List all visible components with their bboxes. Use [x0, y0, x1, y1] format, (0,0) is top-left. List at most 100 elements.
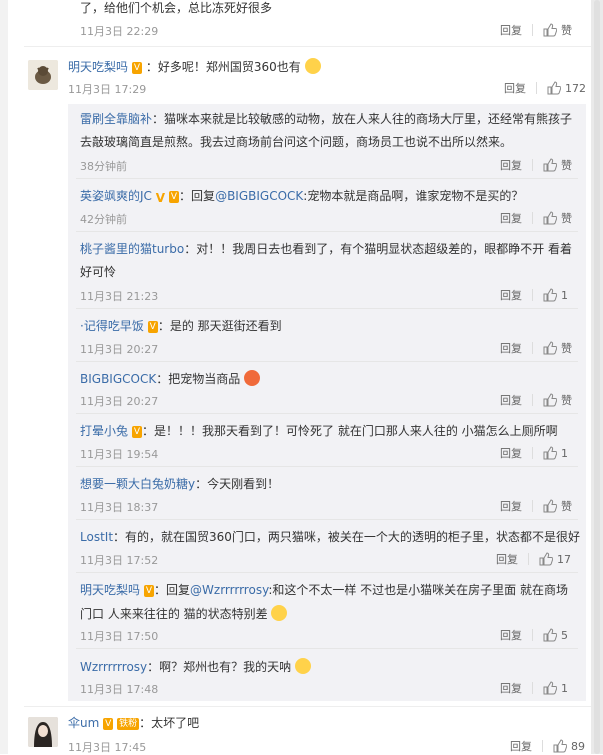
divider [76, 648, 578, 649]
reply-actions: 回复 赞 [500, 157, 572, 173]
left-scroll-gutter [0, 0, 8, 754]
reply-actions: 回复 赞 [500, 392, 572, 408]
username-link[interactable]: Wzrrrrrrosy [80, 660, 147, 674]
username-link[interactable]: 明天吃梨吗 [68, 60, 128, 74]
like-count[interactable]: 89 [571, 740, 585, 753]
reply-text-cont: 门口 人来来往往的 猫的状态特别差 [80, 605, 288, 622]
reply-button[interactable]: 回复 [500, 627, 522, 643]
like-count[interactable]: 1 [561, 289, 568, 302]
thumbs-up-icon[interactable] [543, 158, 557, 172]
thumbs-up-icon[interactable] [547, 81, 561, 95]
username-link[interactable]: LostIt [80, 530, 113, 544]
thumbs-up-icon[interactable] [543, 681, 557, 695]
avatar[interactable] [28, 717, 58, 747]
timestamp: 42分钟前 [80, 213, 127, 226]
like-label[interactable]: 赞 [561, 498, 572, 514]
username-link[interactable]: 想要一颗大白兔奶糖y [80, 477, 195, 491]
reply-button[interactable]: 回复 [500, 392, 522, 408]
comment-actions: 回复 172 [504, 80, 586, 96]
reply-button[interactable]: 回复 [500, 210, 522, 226]
sub-reply: ·记得吃早饭 V ：是的 那天逛街还看到 [80, 318, 282, 334]
reply-actions: 回复 赞 [500, 340, 572, 356]
reply-button[interactable]: 回复 [500, 498, 522, 514]
thumbs-up-icon[interactable] [543, 288, 557, 302]
emoji-icon [271, 605, 288, 621]
timestamp: 11月3日 20:27 [80, 343, 159, 356]
sub-reply: Wzrrrrrrosy：啊？郑州也有？我的天呐 [80, 658, 311, 675]
sub-reply: LostIt：有的，就在国贸360门口，两只猫咪，被关在一个大的透明的柜子里，状… [80, 529, 580, 545]
reply-actions: 回复 5 [500, 627, 568, 643]
vip-badge-icon: V [147, 321, 158, 333]
thumbs-up-icon[interactable] [539, 552, 553, 566]
reply-text: :和这个不太一样 不过也是小猫咪关在房子里面 就在商场 [268, 583, 568, 597]
like-count[interactable]: 17 [557, 553, 571, 566]
reply-text: ：是的 那天逛街还看到 [157, 319, 282, 333]
comment-text: ：好多呢！郑州国贸360也有 [145, 60, 301, 74]
timestamp: 11月3日 22:29 [80, 25, 159, 38]
scrollbar-thumb[interactable] [594, 0, 600, 754]
reply-text: 门口 人来来往往的 猫的状态特别差 [80, 607, 268, 621]
vip-badge-icon: V [131, 62, 143, 74]
reply-button[interactable]: 回复 [510, 738, 532, 754]
username-link[interactable]: ·记得吃早饭 [80, 319, 144, 333]
comment-actions: 回复 赞 [500, 22, 572, 38]
reply-actions: 回复 赞 [500, 210, 572, 226]
thumbs-up-icon[interactable] [553, 739, 567, 753]
sub-reply: 雷刷全靠脑补：猫咪本来就是比较敏感的动物，放在人来人往的商场大厅里，还经常有熊孩… [80, 111, 572, 127]
reply-button[interactable]: 回复 [500, 680, 522, 696]
sub-reply: 明天吃梨吗 V ：回复@Wzrrrrrrosy:和这个不太一样 不过也是小猫咪关在… [80, 582, 568, 598]
like-label[interactable]: 赞 [561, 392, 572, 408]
thumbs-up-icon[interactable] [543, 446, 557, 460]
like-count[interactable]: 1 [561, 447, 568, 460]
comment-line: 明天吃梨吗 V ：好多呢！郑州国贸360也有 [68, 58, 321, 75]
avatar[interactable] [28, 60, 58, 90]
comment-text: 了，给他们个机会，总比冻死好很多 [80, 1, 273, 15]
like-label[interactable]: 赞 [561, 340, 572, 356]
thumbs-up-icon[interactable] [543, 23, 557, 37]
comment-actions: 回复 89 [510, 738, 585, 754]
scrollbar[interactable] [591, 0, 603, 754]
like-count[interactable]: 1 [561, 682, 568, 695]
username-link[interactable]: BIGBIGCOCK [80, 372, 156, 386]
reply-text: ：对！！我周日去也看到了，有个猫明显状态超级差的，眼都睁不开 看着 [184, 242, 573, 256]
username-link[interactable]: 雷刷全靠脑补 [80, 112, 152, 126]
sub-reply: 桃子酱里的猫turbo：对！！我周日去也看到了，有个猫明显状态超级差的，眼都睁不… [80, 241, 572, 257]
username-link[interactable]: 打晕小兔 [80, 424, 128, 438]
reply-button[interactable]: 回复 [500, 22, 522, 38]
reply-button[interactable]: 回复 [496, 551, 518, 567]
timestamp: 38分钟前 [80, 160, 127, 173]
reply-button[interactable]: 回复 [500, 157, 522, 173]
vip-badge-icon: V [168, 191, 180, 203]
reply-button[interactable]: 回复 [504, 80, 526, 96]
like-count[interactable]: 172 [565, 82, 586, 95]
like-label[interactable]: 赞 [561, 210, 572, 226]
timestamp: 11月3日 19:54 [80, 448, 159, 461]
reply-text: ：把宠物当商品 [156, 372, 241, 386]
reply-button[interactable]: 回复 [500, 445, 522, 461]
reply-actions: 回复 1 [500, 287, 568, 303]
reply-button[interactable]: 回复 [500, 340, 522, 356]
mention-link[interactable]: @BIGBIGCOCK [215, 189, 303, 203]
reply-actions: 回复 赞 [500, 498, 572, 514]
like-label[interactable]: 赞 [561, 22, 572, 38]
vip-badge-icon: V [131, 426, 143, 438]
username-link[interactable]: 桃子酱里的猫turbo [80, 242, 184, 256]
reply-text: ：回复 [154, 583, 191, 597]
reply-actions: 回复 1 [500, 680, 568, 696]
emoji-icon [295, 658, 311, 674]
username-link[interactable]: 英姿飒爽的JC [80, 189, 152, 203]
like-label[interactable]: 赞 [561, 157, 572, 173]
vip-badge-icon: V [143, 585, 155, 597]
like-count[interactable]: 5 [561, 629, 568, 642]
username-link[interactable]: 明天吃梨吗 [80, 583, 140, 597]
username-link[interactable]: 伞um [68, 716, 99, 730]
verified-v-icon: V [155, 191, 166, 205]
thumbs-up-icon[interactable] [543, 628, 557, 642]
thumbs-up-icon[interactable] [543, 499, 557, 513]
timestamp: 11月3日 17:29 [68, 83, 147, 96]
mention-link[interactable]: @Wzrrrrrrosy [190, 583, 268, 597]
thumbs-up-icon[interactable] [543, 393, 557, 407]
reply-button[interactable]: 回复 [500, 287, 522, 303]
thumbs-up-icon[interactable] [543, 211, 557, 225]
thumbs-up-icon[interactable] [543, 341, 557, 355]
